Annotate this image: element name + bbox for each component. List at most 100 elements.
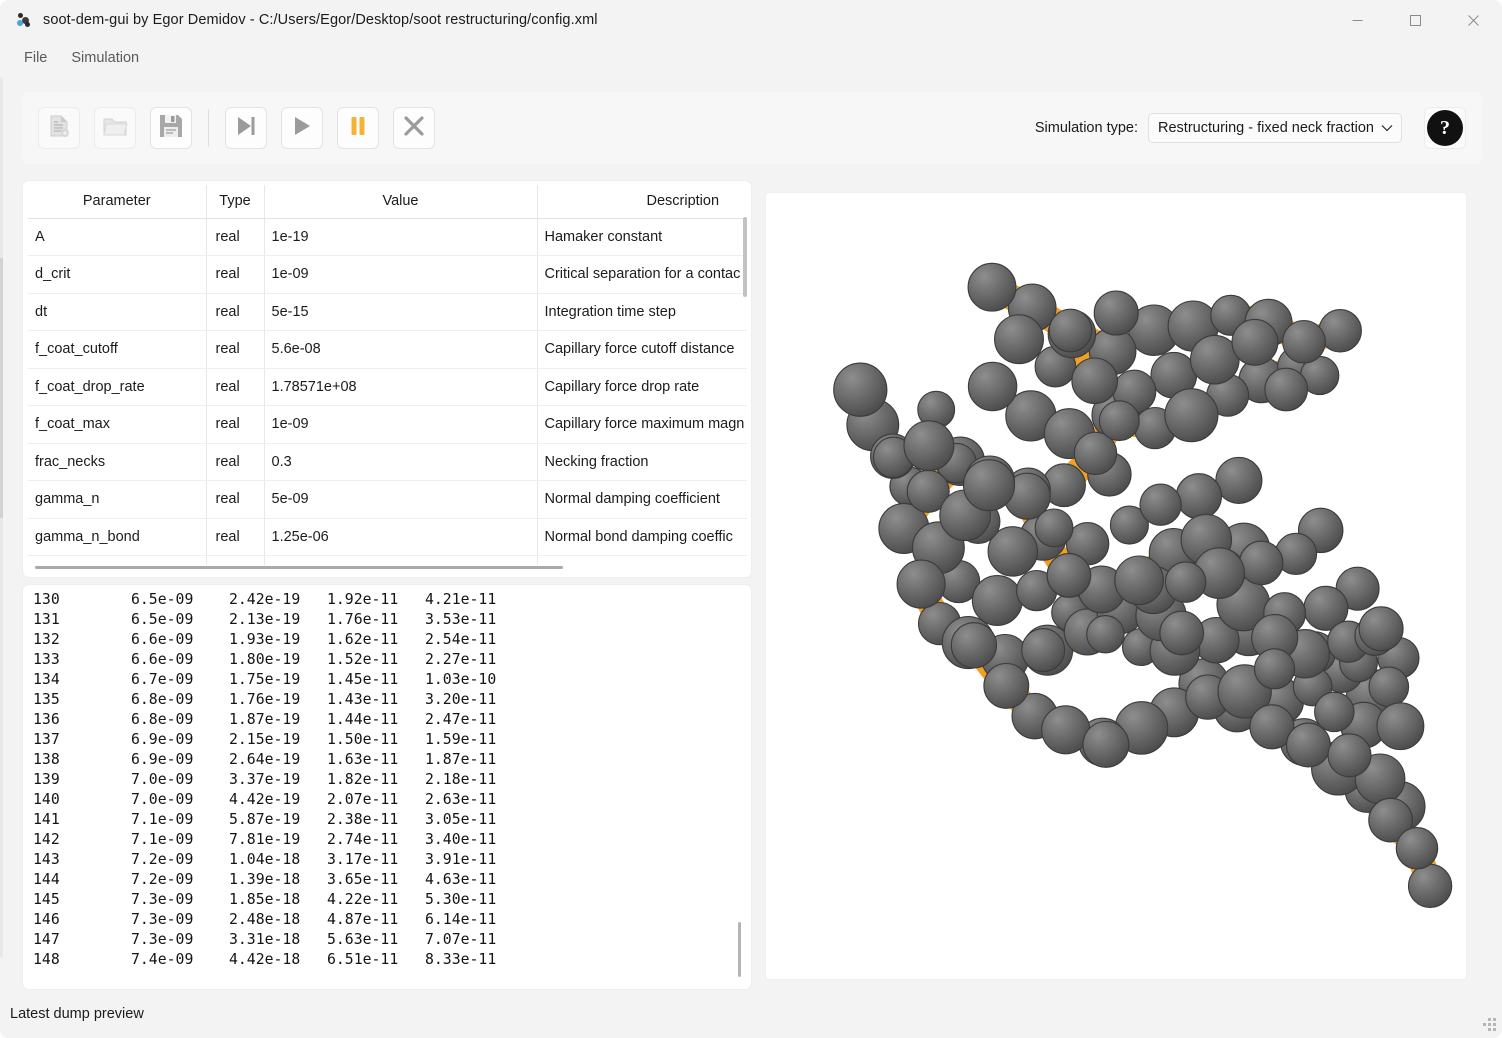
window-scrollbar[interactable] xyxy=(0,78,3,958)
table-cell-parameter[interactable]: frac_necks xyxy=(28,443,207,481)
table-row[interactable]: d_crit real 1e-09 Critical separation for a… xyxy=(28,255,747,294)
table-cell-parameter[interactable]: f_coat_drop_rate xyxy=(28,368,207,406)
table-cell-value[interactable]: 5.6e-08 xyxy=(264,330,538,369)
monomer-particle xyxy=(1046,553,1092,598)
table-cell-value[interactable]: 1e-09 xyxy=(264,255,538,294)
title-bar: soot-dem-gui by Egor Demidov - C:/Users/… xyxy=(0,0,1502,40)
table-cell-description[interactable]: Capillary force cutoff distance xyxy=(537,330,747,369)
table-cell-parameter[interactable] xyxy=(28,555,207,565)
monomer-particle xyxy=(1175,473,1223,520)
parameter-table-scroll-area[interactable]: Parameter Type Value Description Areal 1e… xyxy=(28,185,747,565)
open-file-button[interactable] xyxy=(94,107,136,149)
scrollbar-thumb[interactable] xyxy=(738,922,741,977)
table-cell-description[interactable]: Critical separation for a contac xyxy=(537,255,747,294)
table-cell-type[interactable]: real xyxy=(206,405,265,444)
monomer-particle xyxy=(950,622,998,669)
table-cell-type[interactable]: real xyxy=(206,255,265,294)
monomer-particle xyxy=(1407,863,1453,909)
table-cell-description[interactable]: Torsional damping coefficient xyxy=(537,555,747,565)
table-cell-description[interactable]: Integration time step xyxy=(537,293,747,331)
table-cell-value[interactable]: 1.25e-06 xyxy=(264,518,538,556)
monomer-particle xyxy=(1215,456,1263,504)
table-cell-value[interactable]: 1.78571e+08 xyxy=(264,368,538,406)
table-cell-parameter[interactable]: gamma_n_bond xyxy=(28,518,207,556)
column-header-parameter[interactable]: Parameter xyxy=(28,185,207,219)
table-cell-type[interactable]: real xyxy=(206,480,265,519)
table-cell-description[interactable]: Normal damping coefficient xyxy=(537,480,747,519)
table-row[interactable]: Areal 1e-19 Hamaker constant xyxy=(28,218,747,256)
table-row[interactable]: real2.5e-10Torsional damping coefficient xyxy=(28,555,747,565)
simulation-type-select[interactable]: Restructuring - fixed neck fraction xyxy=(1148,113,1402,143)
table-row[interactable]: dt real 5e-15 Integration time step xyxy=(28,293,747,331)
monomer-particle xyxy=(1071,357,1119,405)
table-row[interactable]: f_coat_max real 1e-09 Capillary force maxim… xyxy=(28,405,747,444)
table-row[interactable]: f_coat_cutoff real 5.6e-08 Capillary force … xyxy=(28,330,747,369)
table-row[interactable]: f_coat_drop_rate real 1.78571e+08 Capillary… xyxy=(28,368,747,406)
monomer-particle xyxy=(1376,702,1425,751)
menu-item-file[interactable]: File xyxy=(12,46,59,70)
toolbar: Simulation type: Restructuring - fixed n… xyxy=(22,92,1482,164)
new-file-button[interactable] xyxy=(38,107,80,149)
column-header-description[interactable]: Description xyxy=(537,185,747,219)
3d-aggregate-view[interactable] xyxy=(765,192,1467,980)
table-cell-type[interactable]: real xyxy=(206,443,265,481)
monomer-particle xyxy=(1358,606,1404,652)
table-cell-value[interactable]: 1e-09 xyxy=(264,405,538,444)
monomer-particle xyxy=(1238,540,1284,586)
table-cell-value[interactable]: 2.5e-10 xyxy=(264,555,538,565)
table-cell-type[interactable]: real xyxy=(206,218,265,256)
maximize-button[interactable] xyxy=(1386,0,1444,40)
play-icon xyxy=(290,114,314,143)
close-button[interactable] xyxy=(1444,0,1502,40)
play-button[interactable] xyxy=(281,107,323,149)
new-document-icon xyxy=(46,113,72,144)
column-header-value[interactable]: Value xyxy=(264,185,538,219)
table-cell-description[interactable]: Capillary force maximum magn xyxy=(537,405,747,444)
stop-button[interactable] xyxy=(393,107,435,149)
table-cell-value[interactable]: 5e-09 xyxy=(264,480,538,519)
column-header-type[interactable]: Type xyxy=(206,185,265,219)
monomer-particle xyxy=(1086,615,1125,654)
left-panel: Parameter Type Value Description Areal 1e… xyxy=(22,180,752,990)
table-cell-type[interactable]: real xyxy=(206,293,265,331)
table-cell-parameter[interactable]: d_crit xyxy=(28,255,207,294)
parameter-table: Parameter Type Value Description Areal 1e… xyxy=(28,185,747,565)
monomer-particle xyxy=(1164,388,1219,443)
table-cell-description[interactable]: Capillary force drop rate xyxy=(537,368,747,406)
table-cell-parameter[interactable]: A xyxy=(28,218,207,256)
table-row[interactable]: frac_necks real 0.3 Necking fraction xyxy=(28,443,747,481)
save-file-button[interactable] xyxy=(150,107,192,149)
table-cell-type[interactable]: real xyxy=(206,330,265,369)
scrollbar-thumb[interactable] xyxy=(743,217,747,297)
table-cell-type[interactable]: real xyxy=(206,368,265,406)
table-cell-description[interactable]: Normal bond damping coeffic xyxy=(537,518,747,556)
menu-item-simulation[interactable]: Simulation xyxy=(59,46,151,70)
step-button[interactable] xyxy=(225,107,267,149)
parameter-table-horizontal-scrollbar[interactable] xyxy=(35,566,735,571)
table-cell-parameter[interactable]: dt xyxy=(28,293,207,331)
table-cell-parameter[interactable]: gamma_n xyxy=(28,480,207,519)
pause-button[interactable] xyxy=(337,107,379,149)
parameter-table-vertical-scrollbar[interactable] xyxy=(743,217,747,559)
minimize-button[interactable] xyxy=(1328,0,1386,40)
help-button[interactable]: ? xyxy=(1424,107,1466,149)
table-row[interactable]: gamma_n_bond real 1.25e-06 Normal bond damp… xyxy=(28,518,747,556)
table-cell-parameter[interactable]: f_coat_max xyxy=(28,405,207,444)
monomer-particle xyxy=(1159,610,1205,656)
table-cell-value[interactable]: 1e-19 xyxy=(264,218,538,256)
scrollbar-thumb[interactable] xyxy=(0,258,3,518)
table-cell-description[interactable]: Necking fraction xyxy=(537,443,747,481)
table-cell-type[interactable]: real xyxy=(206,555,265,565)
dump-preview-text[interactable]: 130 6.5e-09 2.42e-19 1.92e-11 4.21e-11 1… xyxy=(33,590,729,981)
monomer-particle xyxy=(1368,666,1410,708)
table-cell-value[interactable]: 5e-15 xyxy=(264,293,538,331)
monomer-particle xyxy=(1139,483,1182,526)
resize-grip[interactable] xyxy=(1481,1018,1496,1032)
table-cell-description[interactable]: Hamaker constant xyxy=(537,218,747,256)
table-cell-type[interactable]: real xyxy=(206,518,265,556)
table-cell-value[interactable]: 0.3 xyxy=(264,443,538,481)
dump-preview-vertical-scrollbar[interactable] xyxy=(738,593,742,979)
scrollbar-thumb[interactable] xyxy=(35,566,563,569)
table-cell-parameter[interactable]: f_coat_cutoff xyxy=(28,330,207,369)
table-row[interactable]: gamma_n real 5e-09 Normal damping coefficie… xyxy=(28,480,747,519)
